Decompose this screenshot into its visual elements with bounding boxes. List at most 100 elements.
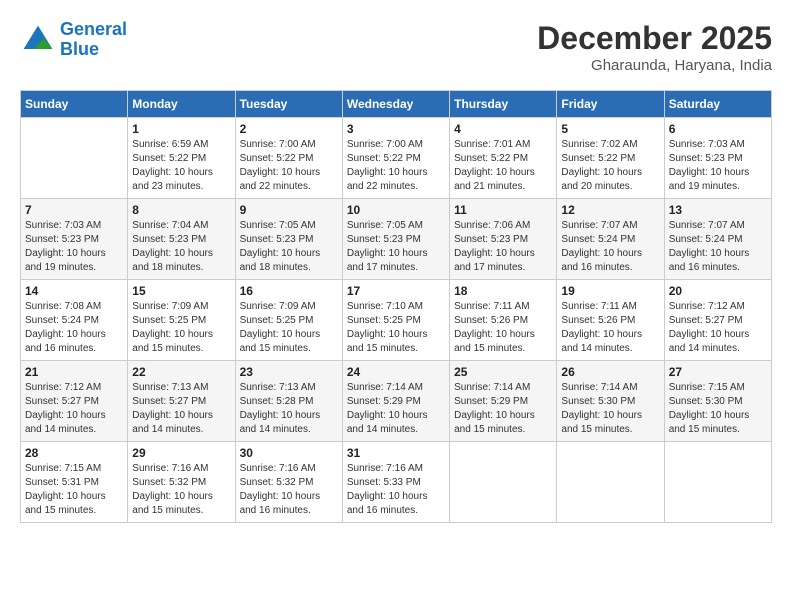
calendar-cell: 14 Sunrise: 7:08 AM Sunset: 5:24 PM Dayli… [21,280,128,361]
weekday-header-thursday: Thursday [450,91,557,118]
calendar-cell: 28 Sunrise: 7:15 AM Sunset: 5:31 PM Dayli… [21,442,128,523]
logo: General Blue [20,20,127,60]
day-number: 11 [454,203,552,217]
day-number: 22 [132,365,230,379]
month-year: December 2025 [537,20,772,57]
day-number: 23 [240,365,338,379]
day-number: 5 [561,122,659,136]
location: Gharaunda, Haryana, India [537,57,772,74]
day-info: Sunrise: 7:11 AM Sunset: 5:26 PM Dayligh… [561,300,659,356]
header: General Blue December 2025 Gharaunda, Ha… [20,20,772,74]
weekday-header-saturday: Saturday [664,91,771,118]
day-info: Sunrise: 7:16 AM Sunset: 5:32 PM Dayligh… [240,462,338,518]
title-area: December 2025 Gharaunda, Haryana, India [537,20,772,74]
day-info: Sunrise: 7:03 AM Sunset: 5:23 PM Dayligh… [25,219,123,275]
calendar-cell: 15Sunrise: 7:09 AM Sunset: 5:25 PM Dayli… [128,280,235,361]
day-number: 3 [347,122,445,136]
day-number: 17 [347,284,445,298]
day-info: Sunrise: 6:59 AM Sunset: 5:22 PM Dayligh… [132,138,230,194]
day-number: 18 [454,284,552,298]
logo-line1: General [60,19,127,39]
day-number: 16 [240,284,338,298]
day-info: Sunrise: 7:05 AM Sunset: 5:23 PM Dayligh… [347,219,445,275]
day-number: 6 [669,122,767,136]
day-info: Sunrise: 7:15 AM Sunset: 5:31 PM Dayligh… [25,462,123,518]
day-number: 29 [132,446,230,460]
logo-icon [20,22,56,58]
day-number: 4 [454,122,552,136]
calendar-cell: 4Sunrise: 7:01 AM Sunset: 5:22 PM Daylig… [450,118,557,199]
day-info: Sunrise: 7:16 AM Sunset: 5:33 PM Dayligh… [347,462,445,518]
calendar-cell: 2 Sunrise: 7:00 AM Sunset: 5:22 PM Daylig… [235,118,342,199]
day-info: Sunrise: 7:00 AM Sunset: 5:22 PM Dayligh… [240,138,338,194]
weekday-header-friday: Friday [557,91,664,118]
day-number: 8 [132,203,230,217]
weekday-header-monday: Monday [128,91,235,118]
day-number: 9 [240,203,338,217]
calendar-cell: 11Sunrise: 7:06 AM Sunset: 5:23 PM Dayli… [450,199,557,280]
day-info: Sunrise: 7:15 AM Sunset: 5:30 PM Dayligh… [669,381,767,437]
day-number: 14 [25,284,123,298]
day-info: Sunrise: 7:12 AM Sunset: 5:27 PM Dayligh… [669,300,767,356]
calendar-cell: 18 Sunrise: 7:11 AM Sunset: 5:26 PM Dayli… [450,280,557,361]
day-info: Sunrise: 7:07 AM Sunset: 5:24 PM Dayligh… [561,219,659,275]
calendar-cell: 23Sunrise: 7:13 AM Sunset: 5:28 PM Dayli… [235,361,342,442]
calendar-cell: 12 Sunrise: 7:07 AM Sunset: 5:24 PM Dayli… [557,199,664,280]
weekday-header-tuesday: Tuesday [235,91,342,118]
calendar-cell: 20 Sunrise: 7:12 AM Sunset: 5:27 PM Dayli… [664,280,771,361]
day-number: 25 [454,365,552,379]
calendar-cell: 9 Sunrise: 7:05 AM Sunset: 5:23 PM Daylig… [235,199,342,280]
day-info: Sunrise: 7:14 AM Sunset: 5:29 PM Dayligh… [347,381,445,437]
day-info: Sunrise: 7:11 AM Sunset: 5:26 PM Dayligh… [454,300,552,356]
day-info: Sunrise: 7:10 AM Sunset: 5:25 PM Dayligh… [347,300,445,356]
calendar-cell: 13Sunrise: 7:07 AM Sunset: 5:24 PM Dayli… [664,199,771,280]
week-row-2: 7 Sunrise: 7:03 AM Sunset: 5:23 PM Daylig… [21,199,772,280]
day-number: 30 [240,446,338,460]
day-info: Sunrise: 7:13 AM Sunset: 5:27 PM Dayligh… [132,381,230,437]
day-number: 15 [132,284,230,298]
calendar-cell [557,442,664,523]
day-number: 24 [347,365,445,379]
calendar-cell: 5 Sunrise: 7:02 AM Sunset: 5:22 PM Daylig… [557,118,664,199]
calendar-cell: 8 Sunrise: 7:04 AM Sunset: 5:23 PM Daylig… [128,199,235,280]
weekday-header-row: SundayMondayTuesdayWednesdayThursdayFrid… [21,91,772,118]
calendar-cell: 17 Sunrise: 7:10 AM Sunset: 5:25 PM Dayli… [342,280,449,361]
calendar-cell: 6Sunrise: 7:03 AM Sunset: 5:23 PM Daylig… [664,118,771,199]
logo-line2: Blue [60,39,99,59]
week-row-3: 14 Sunrise: 7:08 AM Sunset: 5:24 PM Dayli… [21,280,772,361]
calendar-cell: 10 Sunrise: 7:05 AM Sunset: 5:23 PM Dayli… [342,199,449,280]
day-number: 13 [669,203,767,217]
calendar-cell: 16 Sunrise: 7:09 AM Sunset: 5:25 PM Dayli… [235,280,342,361]
calendar-cell: 22 Sunrise: 7:13 AM Sunset: 5:27 PM Dayli… [128,361,235,442]
day-number: 28 [25,446,123,460]
weekday-header-sunday: Sunday [21,91,128,118]
calendar-cell: 21Sunrise: 7:12 AM Sunset: 5:27 PM Dayli… [21,361,128,442]
day-number: 12 [561,203,659,217]
day-info: Sunrise: 7:08 AM Sunset: 5:24 PM Dayligh… [25,300,123,356]
day-number: 10 [347,203,445,217]
day-number: 20 [669,284,767,298]
calendar-cell: 1Sunrise: 6:59 AM Sunset: 5:22 PM Daylig… [128,118,235,199]
calendar-cell [450,442,557,523]
calendar-table: SundayMondayTuesdayWednesdayThursdayFrid… [20,90,772,523]
week-row-4: 21Sunrise: 7:12 AM Sunset: 5:27 PM Dayli… [21,361,772,442]
day-number: 31 [347,446,445,460]
calendar-cell: 25 Sunrise: 7:14 AM Sunset: 5:29 PM Dayli… [450,361,557,442]
day-info: Sunrise: 7:09 AM Sunset: 5:25 PM Dayligh… [240,300,338,356]
day-number: 26 [561,365,659,379]
calendar-cell: 3 Sunrise: 7:00 AM Sunset: 5:22 PM Daylig… [342,118,449,199]
day-info: Sunrise: 7:00 AM Sunset: 5:22 PM Dayligh… [347,138,445,194]
day-info: Sunrise: 7:04 AM Sunset: 5:23 PM Dayligh… [132,219,230,275]
day-number: 21 [25,365,123,379]
calendar-cell [21,118,128,199]
day-info: Sunrise: 7:05 AM Sunset: 5:23 PM Dayligh… [240,219,338,275]
day-number: 2 [240,122,338,136]
calendar-cell: 7 Sunrise: 7:03 AM Sunset: 5:23 PM Daylig… [21,199,128,280]
day-number: 7 [25,203,123,217]
calendar-cell: 29Sunrise: 7:16 AM Sunset: 5:32 PM Dayli… [128,442,235,523]
calendar-cell: 30 Sunrise: 7:16 AM Sunset: 5:32 PM Dayli… [235,442,342,523]
day-info: Sunrise: 7:14 AM Sunset: 5:29 PM Dayligh… [454,381,552,437]
logo-text: General Blue [60,20,127,60]
calendar-cell: 19Sunrise: 7:11 AM Sunset: 5:26 PM Dayli… [557,280,664,361]
day-info: Sunrise: 7:02 AM Sunset: 5:22 PM Dayligh… [561,138,659,194]
